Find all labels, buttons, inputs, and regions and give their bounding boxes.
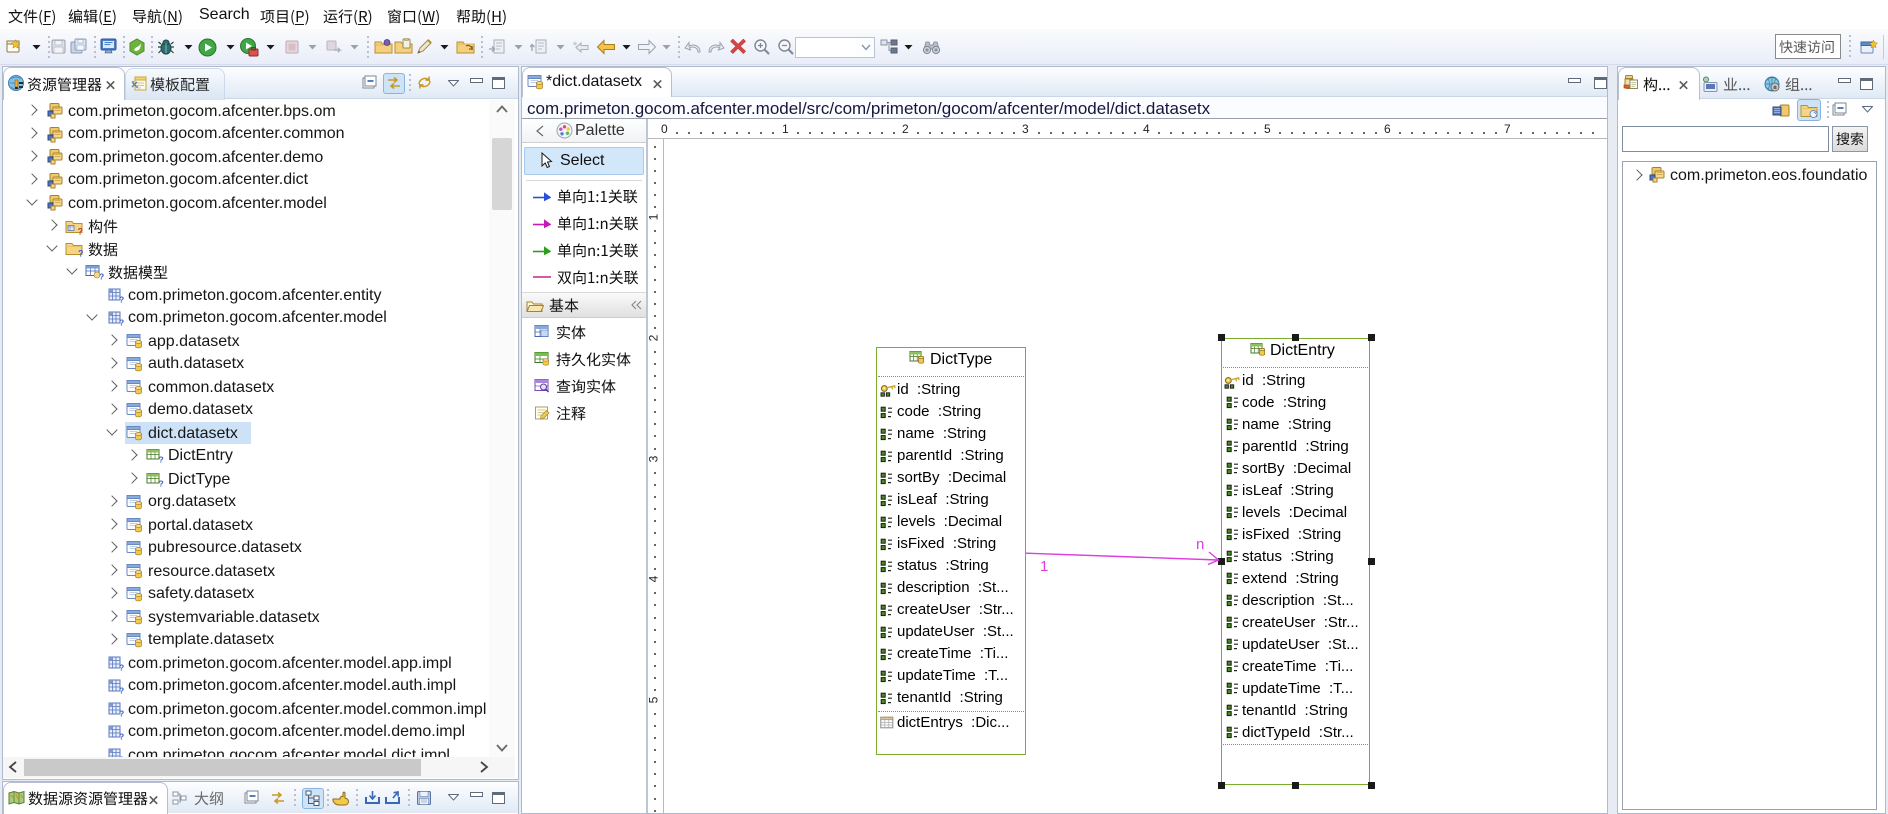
svg-text:?: ? bbox=[119, 295, 124, 304]
svg-text:?: ? bbox=[119, 663, 124, 672]
svg-text:?: ? bbox=[119, 686, 124, 695]
svg-text:?: ? bbox=[119, 709, 124, 718]
svg-text:?: ? bbox=[159, 479, 164, 488]
svg-text:?: ? bbox=[78, 249, 84, 258]
svg-text:?: ? bbox=[119, 732, 124, 741]
svg-text:?: ? bbox=[78, 227, 84, 236]
svg-text:?: ? bbox=[159, 455, 164, 464]
svg-text:?: ? bbox=[99, 272, 104, 281]
svg-text:?: ? bbox=[119, 318, 124, 327]
